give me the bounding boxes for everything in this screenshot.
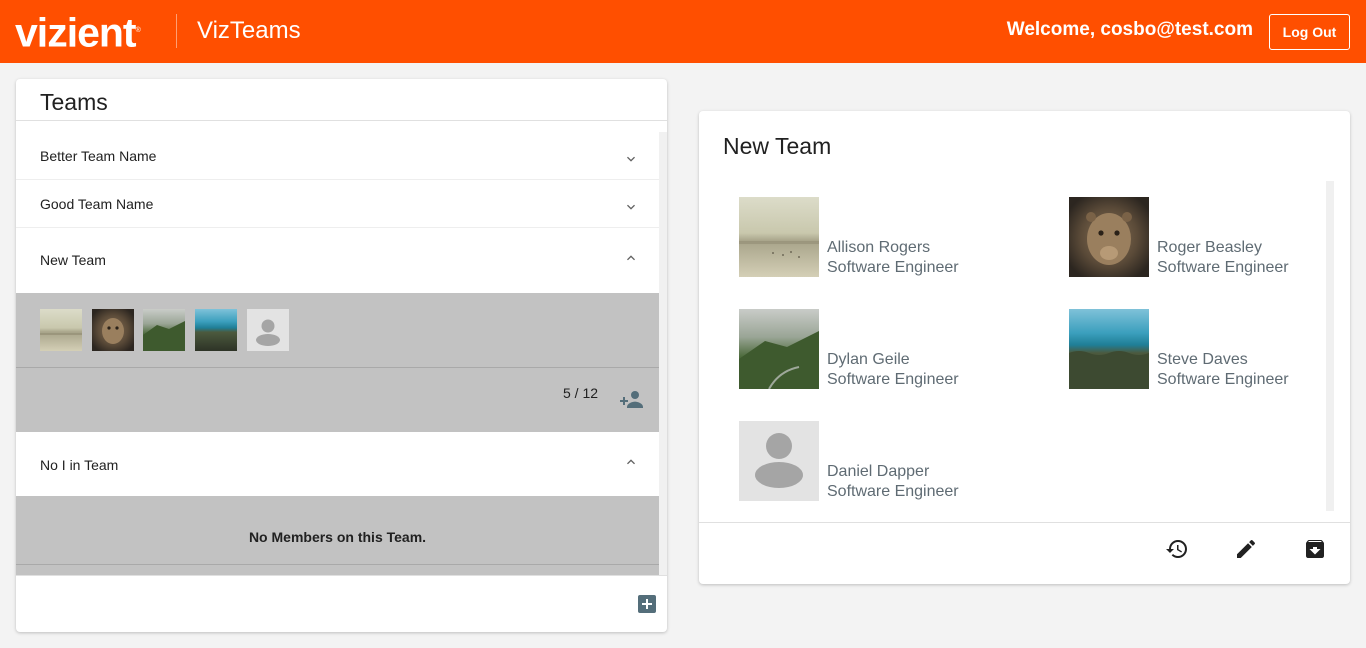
member-card-allison-rogers[interactable]: Allison Rogers Software Engineer bbox=[739, 197, 1039, 277]
divider bbox=[699, 522, 1350, 523]
team-row-better-team-name[interactable]: Better Team Name bbox=[16, 132, 659, 180]
member-role: Software Engineer bbox=[827, 483, 959, 500]
history-icon[interactable] bbox=[1165, 537, 1189, 561]
member-role: Software Engineer bbox=[827, 371, 959, 388]
welcome-message: Welcome, cosbo@test.com bbox=[1006, 19, 1253, 40]
member-role: Software Engineer bbox=[1157, 371, 1289, 388]
member-card-daniel-dapper[interactable]: Daniel Dapper Software Engineer bbox=[739, 421, 1039, 501]
member-photo bbox=[1069, 197, 1149, 277]
team-detail-title: New Team bbox=[723, 133, 832, 159]
divider bbox=[16, 575, 667, 576]
member-count: 5 / 12 bbox=[563, 385, 599, 401]
member-name: Roger Beasley bbox=[1157, 239, 1262, 256]
chevron-up-icon[interactable] bbox=[623, 250, 639, 266]
teams-list: Better Team Name Good Team Name New Team bbox=[16, 132, 659, 575]
team-name: New Team bbox=[40, 252, 106, 268]
member-card-roger-beasley[interactable]: Roger Beasley Software Engineer bbox=[1069, 197, 1350, 277]
chevron-down-icon[interactable] bbox=[623, 151, 639, 167]
member-photo bbox=[739, 197, 819, 277]
member-name: Daniel Dapper bbox=[827, 463, 930, 480]
member-photo bbox=[1069, 309, 1149, 389]
header-divider bbox=[176, 14, 177, 48]
members-grid: Allison Rogers Software Engineer Roger B… bbox=[699, 181, 1326, 511]
add-box-icon[interactable] bbox=[638, 595, 656, 613]
member-thumbnail-lion[interactable] bbox=[92, 309, 134, 351]
member-name: Allison Rogers bbox=[827, 239, 931, 256]
teams-panel: Teams Better Team Name Good Team Name Ne… bbox=[16, 79, 667, 632]
member-card-dylan-geile[interactable]: Dylan Geile Software Engineer bbox=[739, 309, 1039, 389]
member-name: Dylan Geile bbox=[827, 351, 910, 368]
empty-team-message: No Members on this Team. bbox=[248, 529, 427, 545]
teams-scrollbar[interactable] bbox=[659, 132, 667, 575]
team-row-no-i-in-team[interactable]: No I in Team bbox=[16, 432, 659, 496]
member-thumbnail-sea[interactable] bbox=[195, 309, 237, 351]
team-name: Better Team Name bbox=[40, 148, 157, 164]
team-row-new-team[interactable]: New Team bbox=[16, 228, 659, 293]
app-title: VizTeams bbox=[197, 17, 301, 44]
logout-button[interactable]: Log Out bbox=[1269, 14, 1350, 50]
team-row-good-team-name[interactable]: Good Team Name bbox=[16, 180, 659, 228]
member-role: Software Engineer bbox=[1157, 259, 1289, 276]
divider bbox=[16, 367, 659, 368]
members-scrollbar[interactable] bbox=[1326, 181, 1334, 511]
team-detail-panel: New Team Allison Rogers Software Enginee… bbox=[699, 111, 1350, 584]
logo-text: vizient bbox=[15, 9, 137, 56]
add-member-icon[interactable] bbox=[620, 389, 646, 409]
member-photo bbox=[739, 309, 819, 389]
default-avatar-icon[interactable] bbox=[247, 309, 289, 351]
chevron-up-icon[interactable] bbox=[623, 454, 639, 470]
divider bbox=[16, 120, 667, 121]
member-role: Software Engineer bbox=[827, 259, 959, 276]
top-app-bar: vizient® VizTeams Welcome, cosbo@test.co… bbox=[0, 0, 1366, 63]
edit-icon[interactable] bbox=[1234, 537, 1258, 561]
team-name: Good Team Name bbox=[40, 196, 154, 212]
member-thumbnail-beach[interactable] bbox=[40, 309, 82, 351]
team-name: No I in Team bbox=[40, 457, 119, 473]
member-name: Steve Daves bbox=[1157, 351, 1248, 368]
default-avatar-icon bbox=[739, 421, 819, 501]
team-members-panel: 5 / 12 bbox=[16, 293, 659, 432]
member-card-steve-daves[interactable]: Steve Daves Software Engineer bbox=[1069, 309, 1350, 389]
chevron-down-icon[interactable] bbox=[623, 199, 639, 215]
teams-panel-title: Teams bbox=[40, 89, 108, 115]
empty-team-panel: No Members on this Team. bbox=[16, 496, 659, 575]
member-thumbnail-cliff[interactable] bbox=[143, 309, 185, 351]
archive-icon[interactable] bbox=[1303, 537, 1327, 561]
divider bbox=[16, 564, 659, 565]
vizient-logo: vizient® bbox=[15, 9, 141, 56]
